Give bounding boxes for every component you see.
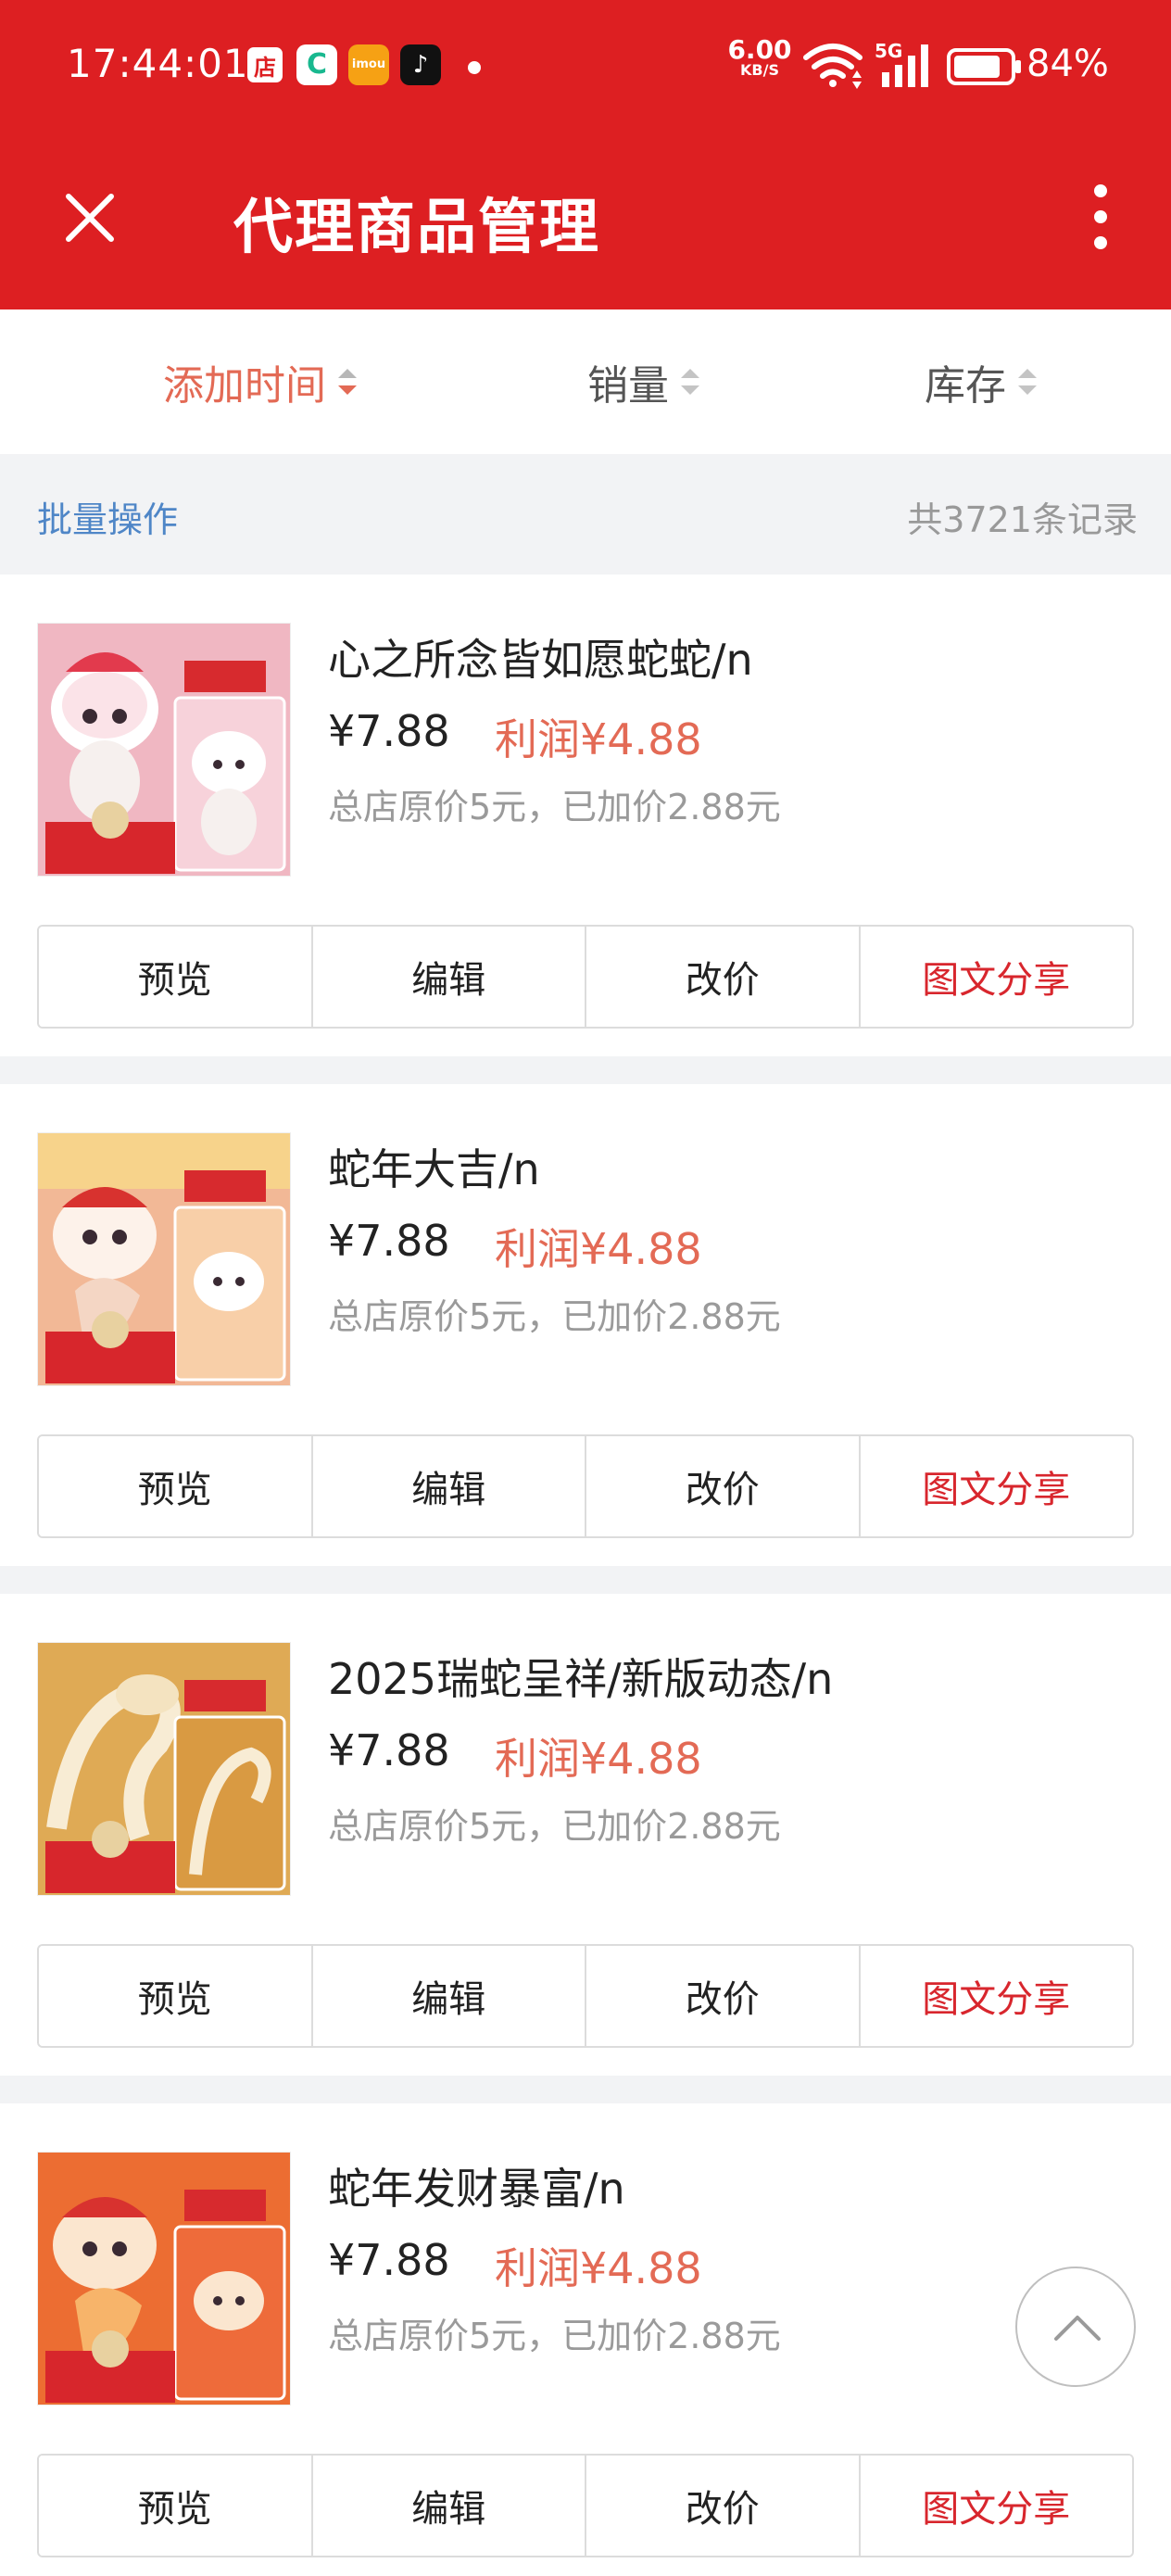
product-price-note: 总店原价5元，已加价2.88元 <box>328 1806 781 1847</box>
product-profit: 利润¥4.88 <box>495 714 702 764</box>
more-menu-icon[interactable] <box>1082 182 1119 252</box>
network-speed-unit: KB/S <box>740 61 779 79</box>
sort-sales-label: 销量 <box>587 362 669 410</box>
edit-button[interactable]: 编辑 <box>312 2456 586 2556</box>
product-thumbnail[interactable] <box>37 1642 291 1896</box>
header-bar: 17:44:01 店 C imou ♪ 6.00 KB/S 5G 84% 代理商… <box>0 0 1171 309</box>
c-app-icon: C <box>296 44 337 85</box>
back-to-top-button[interactable] <box>1015 2267 1136 2387</box>
share-button[interactable]: 图文分享 <box>860 927 1132 1027</box>
product-profit: 利润¥4.88 <box>495 2243 702 2293</box>
app-screen: 17:44:01 店 C imou ♪ 6.00 KB/S 5G 84% 代理商… <box>0 0 1171 2576</box>
sort-arrows-icon <box>681 369 699 395</box>
product-price: ¥7.88 <box>328 1216 450 1266</box>
product-thumbnail[interactable] <box>37 1132 291 1386</box>
tiktok-app-icon: ♪ <box>400 44 441 85</box>
edit-button[interactable]: 编辑 <box>312 1436 586 1536</box>
product-profit: 利润¥4.88 <box>495 1224 702 1274</box>
product-price-note: 总店原价5元，已加价2.88元 <box>328 1296 781 1337</box>
sort-bar: 添加时间 销量 库存 <box>0 309 1171 454</box>
network-type-label: 5G <box>875 40 902 62</box>
product-card: 心之所念皆如愿蛇蛇/n ¥7.88 利润¥4.88 总店原价5元，已加价2.88… <box>0 575 1171 1056</box>
share-button[interactable]: 图文分享 <box>860 2456 1132 2556</box>
snake-envelope-image <box>38 2153 290 2405</box>
change-price-button[interactable]: 改价 <box>586 2456 861 2556</box>
product-card: 蛇年发财暴富/n ¥7.88 利润¥4.88 总店原价5元，已加价2.88元 预… <box>0 2103 1171 2576</box>
status-time: 17:44:01 <box>67 41 249 86</box>
signal-icon: 5G <box>875 40 928 87</box>
card-divider <box>0 2076 1171 2103</box>
batch-operation-link[interactable]: 批量操作 <box>37 491 178 542</box>
notification-dot-icon <box>468 61 481 74</box>
product-price: ¥7.88 <box>328 2235 450 2285</box>
product-profit: 利润¥4.88 <box>495 1734 702 1784</box>
sort-stock-label: 库存 <box>925 362 1006 410</box>
battery-icon <box>947 48 1021 85</box>
sort-stock[interactable]: 库存 <box>925 309 1039 454</box>
snake-envelope-image <box>38 624 290 876</box>
sort-sales[interactable]: 销量 <box>587 309 702 454</box>
share-button[interactable]: 图文分享 <box>860 1436 1132 1536</box>
batch-row: 批量操作 共3721条记录 <box>0 454 1171 575</box>
product-price-note: 总店原价5元，已加价2.88元 <box>328 2316 781 2356</box>
close-icon[interactable] <box>57 185 122 250</box>
product-price-note: 总店原价5元，已加价2.88元 <box>328 787 781 827</box>
product-action-bar: 预览 编辑 改价 图文分享 <box>37 1434 1134 1538</box>
snake-envelope-image <box>38 1643 290 1895</box>
product-name[interactable]: 蛇年发财暴富/n <box>328 2155 625 2216</box>
store-app-icon: 店 <box>245 44 285 85</box>
chevron-up-icon <box>1054 2316 1101 2341</box>
product-card: 蛇年大吉/n ¥7.88 利润¥4.88 总店原价5元，已加价2.88元 预览 … <box>0 1084 1171 1566</box>
sort-added-time-label: 添加时间 <box>163 362 326 410</box>
change-price-button[interactable]: 改价 <box>586 1946 861 2046</box>
status-bar: 17:44:01 店 C imou ♪ 6.00 KB/S 5G 84% <box>0 33 1171 100</box>
snake-envelope-image <box>38 1133 290 1385</box>
product-price: ¥7.88 <box>328 706 450 756</box>
card-divider <box>0 1056 1171 1084</box>
sort-arrows-icon <box>338 369 357 395</box>
page-title: 代理商品管理 <box>233 194 600 262</box>
sort-arrows-icon <box>1018 369 1037 395</box>
share-button[interactable]: 图文分享 <box>860 1946 1132 2046</box>
change-price-button[interactable]: 改价 <box>586 1436 861 1536</box>
edit-button[interactable]: 编辑 <box>312 1946 586 2046</box>
imou-app-icon: imou <box>348 44 389 85</box>
product-name[interactable]: 蛇年大吉/n <box>328 1136 540 1197</box>
product-action-bar: 预览 编辑 改价 图文分享 <box>37 1944 1134 2048</box>
sort-added-time[interactable]: 添加时间 <box>163 309 359 454</box>
network-speed-value: 6.00 <box>727 34 792 65</box>
product-action-bar: 预览 编辑 改价 图文分享 <box>37 2454 1134 2557</box>
product-name[interactable]: 心之所念皆如愿蛇蛇/n <box>328 626 753 688</box>
product-thumbnail[interactable] <box>37 623 291 877</box>
change-price-button[interactable]: 改价 <box>586 927 861 1027</box>
product-action-bar: 预览 编辑 改价 图文分享 <box>37 925 1134 1029</box>
battery-percent: 84% <box>1026 43 1109 85</box>
preview-button[interactable]: 预览 <box>39 2456 313 2556</box>
preview-button[interactable]: 预览 <box>39 1946 313 2046</box>
product-card: 2025瑞蛇呈祥/新版动态/n ¥7.88 利润¥4.88 总店原价5元，已加价… <box>0 1594 1171 2076</box>
product-name[interactable]: 2025瑞蛇呈祥/新版动态/n <box>328 1646 833 1707</box>
edit-button[interactable]: 编辑 <box>312 927 586 1027</box>
product-price: ¥7.88 <box>328 1725 450 1775</box>
network-speed: 6.00 KB/S <box>726 37 793 78</box>
preview-button[interactable]: 预览 <box>39 927 313 1027</box>
product-thumbnail[interactable] <box>37 2152 291 2406</box>
wifi-icon <box>803 44 863 89</box>
card-divider <box>0 1566 1171 1594</box>
total-record-count: 共3721条记录 <box>907 499 1138 540</box>
preview-button[interactable]: 预览 <box>39 1436 313 1536</box>
